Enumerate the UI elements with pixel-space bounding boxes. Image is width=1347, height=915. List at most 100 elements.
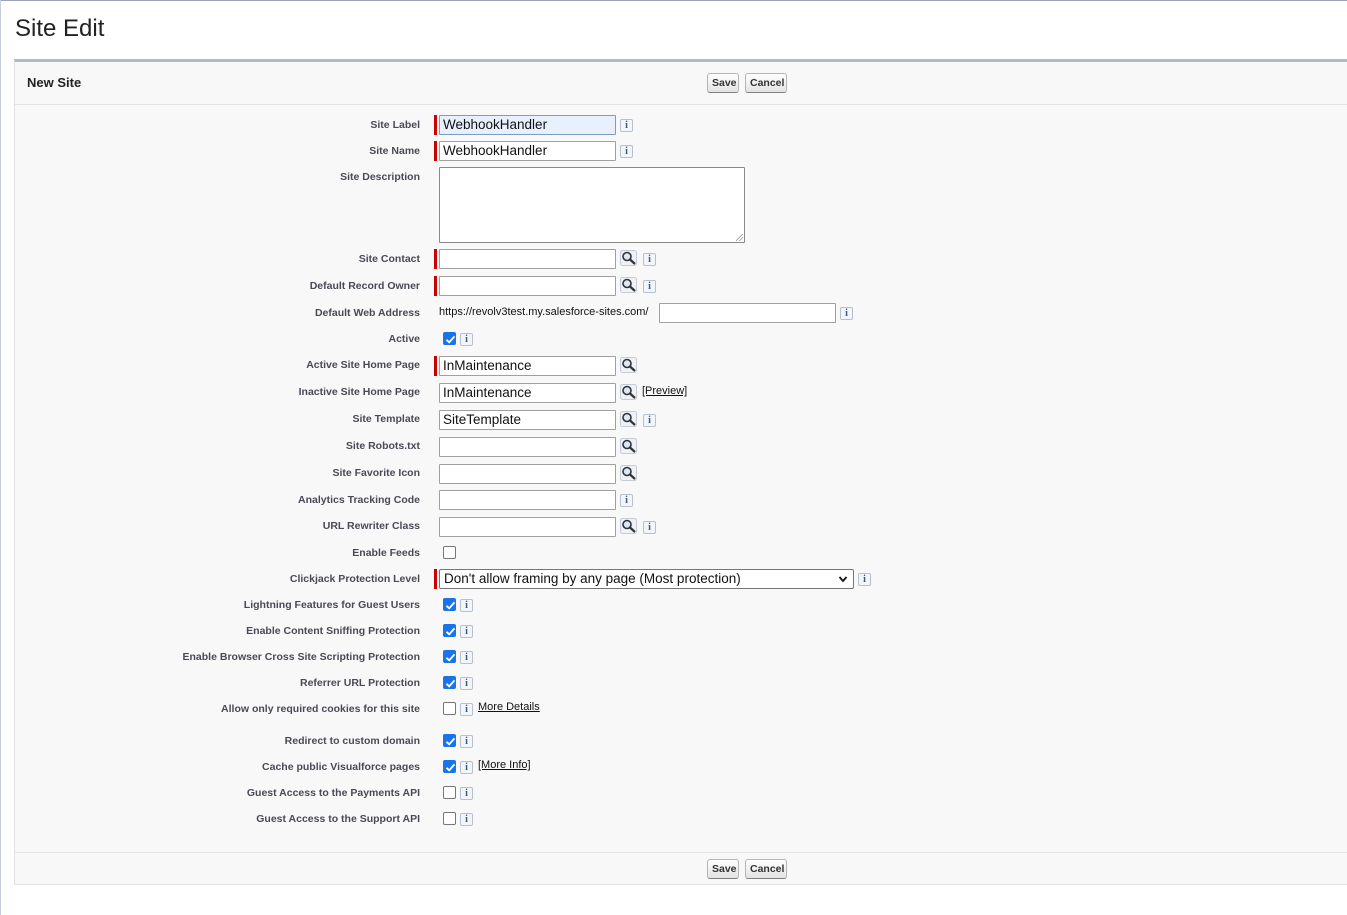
- lookup-icon[interactable]: [620, 518, 637, 534]
- default-record-owner-input[interactable]: [439, 276, 616, 296]
- cache-visualforce-label: Cache public Visualforce pages: [262, 761, 420, 773]
- info-icon[interactable]: i: [858, 573, 871, 586]
- default-web-address-label: Default Web Address: [314, 307, 420, 319]
- support-api-label: Guest Access to the Support API: [256, 813, 420, 825]
- info-icon[interactable]: i: [643, 280, 656, 293]
- content-sniffing-label: Enable Content Sniffing Protection: [246, 625, 420, 637]
- lightning-guest-checkbox[interactable]: [443, 598, 456, 611]
- cancel-button-bottom[interactable]: Cancel: [745, 859, 787, 879]
- site-template-input[interactable]: SiteTemplate: [439, 410, 616, 430]
- url-rewriter-label: URL Rewriter Class: [322, 520, 420, 532]
- analytics-label: Analytics Tracking Code: [298, 494, 420, 506]
- page-title: Site Edit: [15, 15, 105, 42]
- content-sniffing-checkbox[interactable]: [443, 624, 456, 637]
- lookup-icon[interactable]: [620, 357, 637, 373]
- save-button-top[interactable]: Save: [707, 73, 739, 93]
- required-indicator: [434, 249, 437, 269]
- more-details-link[interactable]: More Details: [478, 701, 540, 713]
- support-api-checkbox[interactable]: [443, 812, 456, 825]
- site-contact-label: Site Contact: [358, 253, 420, 265]
- panel-title: New Site: [27, 75, 82, 90]
- info-icon[interactable]: i: [460, 787, 473, 800]
- clickjack-label: Clickjack Protection Level: [289, 573, 420, 585]
- clickjack-select[interactable]: Don't allow framing by any page (Most pr…: [439, 569, 854, 589]
- site-description-textarea[interactable]: [439, 167, 745, 243]
- inactive-home-page-label: Inactive Site Home Page: [298, 386, 420, 398]
- required-indicator: [434, 276, 437, 296]
- active-home-page-input[interactable]: InMaintenance: [439, 356, 616, 376]
- default-record-owner-label: Default Record Owner: [309, 280, 420, 292]
- payments-api-label: Guest Access to the Payments API: [246, 787, 420, 799]
- referrer-protection-checkbox[interactable]: [443, 676, 456, 689]
- save-button-bottom[interactable]: Save: [707, 859, 739, 879]
- referrer-protection-label: Referrer URL Protection: [299, 677, 420, 689]
- site-contact-input[interactable]: [439, 249, 616, 269]
- inactive-home-page-input[interactable]: InMaintenance: [439, 383, 616, 403]
- site-favicon-input[interactable]: [439, 464, 616, 484]
- enable-feeds-label: Enable Feeds: [352, 547, 420, 559]
- required-indicator: [434, 569, 437, 589]
- site-description-label: Site Description: [340, 171, 420, 183]
- redirect-domain-checkbox[interactable]: [443, 734, 456, 747]
- cancel-button-top[interactable]: Cancel: [745, 73, 787, 93]
- active-label: Active: [388, 333, 420, 345]
- required-indicator: [434, 115, 437, 135]
- window-top-border: [0, 0, 1347, 1]
- required-cookies-checkbox[interactable]: [443, 702, 456, 715]
- info-icon[interactable]: i: [460, 625, 473, 638]
- lookup-icon[interactable]: [620, 411, 637, 427]
- info-icon[interactable]: i: [460, 599, 473, 612]
- url-rewriter-input[interactable]: [439, 517, 616, 537]
- required-indicator: [434, 356, 437, 376]
- info-icon[interactable]: i: [460, 735, 473, 748]
- site-name-label: Site Name: [369, 145, 420, 157]
- analytics-input[interactable]: [439, 490, 616, 510]
- xss-protection-checkbox[interactable]: [443, 650, 456, 663]
- cache-visualforce-checkbox[interactable]: [443, 760, 456, 773]
- site-name-input[interactable]: WebhookHandler: [439, 141, 616, 161]
- panel-header: New Site Save Cancel: [15, 62, 1347, 105]
- info-icon[interactable]: i: [460, 761, 473, 774]
- info-icon[interactable]: i: [460, 677, 473, 690]
- preview-link[interactable]: [Preview]: [642, 385, 687, 397]
- site-label-input[interactable]: WebhookHandler: [439, 115, 616, 135]
- info-icon[interactable]: i: [460, 333, 473, 346]
- web-address-prefix: https://revolv3test.my.salesforce-sites.…: [439, 306, 649, 318]
- panel-footer: Save Cancel: [15, 852, 1347, 886]
- more-info-link[interactable]: [More Info]: [478, 759, 531, 771]
- lookup-icon[interactable]: [620, 250, 637, 266]
- info-icon[interactable]: i: [460, 813, 473, 826]
- required-indicator: [434, 141, 437, 161]
- lookup-icon[interactable]: [620, 277, 637, 293]
- lookup-icon[interactable]: [620, 465, 637, 481]
- redirect-domain-label: Redirect to custom domain: [284, 735, 420, 747]
- clickjack-selected-value: Don't allow framing by any page (Most pr…: [444, 571, 741, 586]
- info-icon[interactable]: i: [840, 307, 853, 320]
- info-icon[interactable]: i: [643, 521, 656, 534]
- site-robots-label: Site Robots.txt: [345, 440, 420, 452]
- active-checkbox[interactable]: [443, 332, 456, 345]
- lookup-icon[interactable]: [620, 384, 637, 400]
- info-icon[interactable]: i: [643, 253, 656, 266]
- info-icon[interactable]: i: [620, 119, 633, 132]
- info-icon[interactable]: i: [460, 651, 473, 664]
- active-home-page-label: Active Site Home Page: [306, 359, 420, 371]
- site-robots-input[interactable]: [439, 437, 616, 457]
- info-icon[interactable]: i: [643, 414, 656, 427]
- required-cookies-label: Allow only required cookies for this sit…: [221, 703, 420, 715]
- lightning-guest-label: Lightning Features for Guest Users: [243, 599, 420, 611]
- info-icon[interactable]: i: [460, 703, 473, 716]
- payments-api-checkbox[interactable]: [443, 786, 456, 799]
- resize-grip-icon[interactable]: [736, 234, 743, 241]
- window-left-border: [0, 0, 1, 915]
- site-favicon-label: Site Favorite Icon: [332, 467, 420, 479]
- info-icon[interactable]: i: [620, 494, 633, 507]
- enable-feeds-checkbox[interactable]: [443, 546, 456, 559]
- site-label-label: Site Label: [370, 119, 420, 131]
- site-edit-panel: New Site Save Cancel Site Label WebhookH…: [14, 59, 1347, 885]
- site-template-label: Site Template: [352, 413, 421, 425]
- info-icon[interactable]: i: [620, 145, 633, 158]
- default-web-address-input[interactable]: [659, 303, 836, 323]
- lookup-icon[interactable]: [620, 438, 637, 454]
- xss-protection-label: Enable Browser Cross Site Scripting Prot…: [182, 651, 420, 663]
